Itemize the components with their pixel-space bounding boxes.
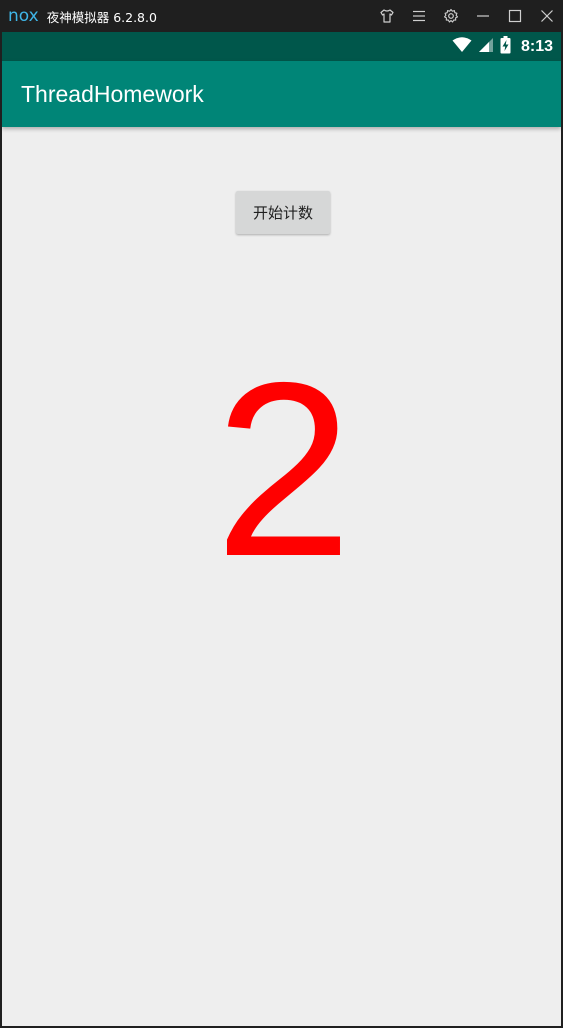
app-title: ThreadHomework	[21, 81, 204, 107]
maximize-icon[interactable]	[499, 0, 531, 32]
close-icon[interactable]	[531, 0, 561, 32]
counter-value: 2	[214, 330, 353, 608]
emulator-window: nox 夜神模拟器 6.2.8.0 8:13 ThreadHomework 开始…	[0, 0, 563, 1028]
menu-icon[interactable]	[403, 0, 435, 32]
signal-icon	[478, 37, 494, 57]
nox-logo: nox	[8, 5, 39, 26]
battery-charging-icon	[500, 35, 511, 58]
status-time: 8:13	[520, 37, 553, 55]
shirt-icon[interactable]	[371, 0, 403, 32]
wifi-icon	[452, 36, 472, 57]
minimize-icon[interactable]	[467, 0, 499, 32]
android-status-bar: 8:13	[2, 32, 561, 61]
main-content: 开始计数 2	[2, 127, 561, 1026]
start-count-button[interactable]: 开始计数	[236, 191, 330, 234]
app-action-bar: ThreadHomework	[2, 61, 561, 127]
emulator-controls	[371, 0, 561, 32]
emulator-title: 夜神模拟器 6.2.8.0	[46, 9, 157, 25]
emulator-title-bar: nox 夜神模拟器 6.2.8.0	[2, 0, 561, 32]
status-icons: 8:13	[452, 32, 553, 61]
settings-icon[interactable]	[435, 0, 467, 32]
